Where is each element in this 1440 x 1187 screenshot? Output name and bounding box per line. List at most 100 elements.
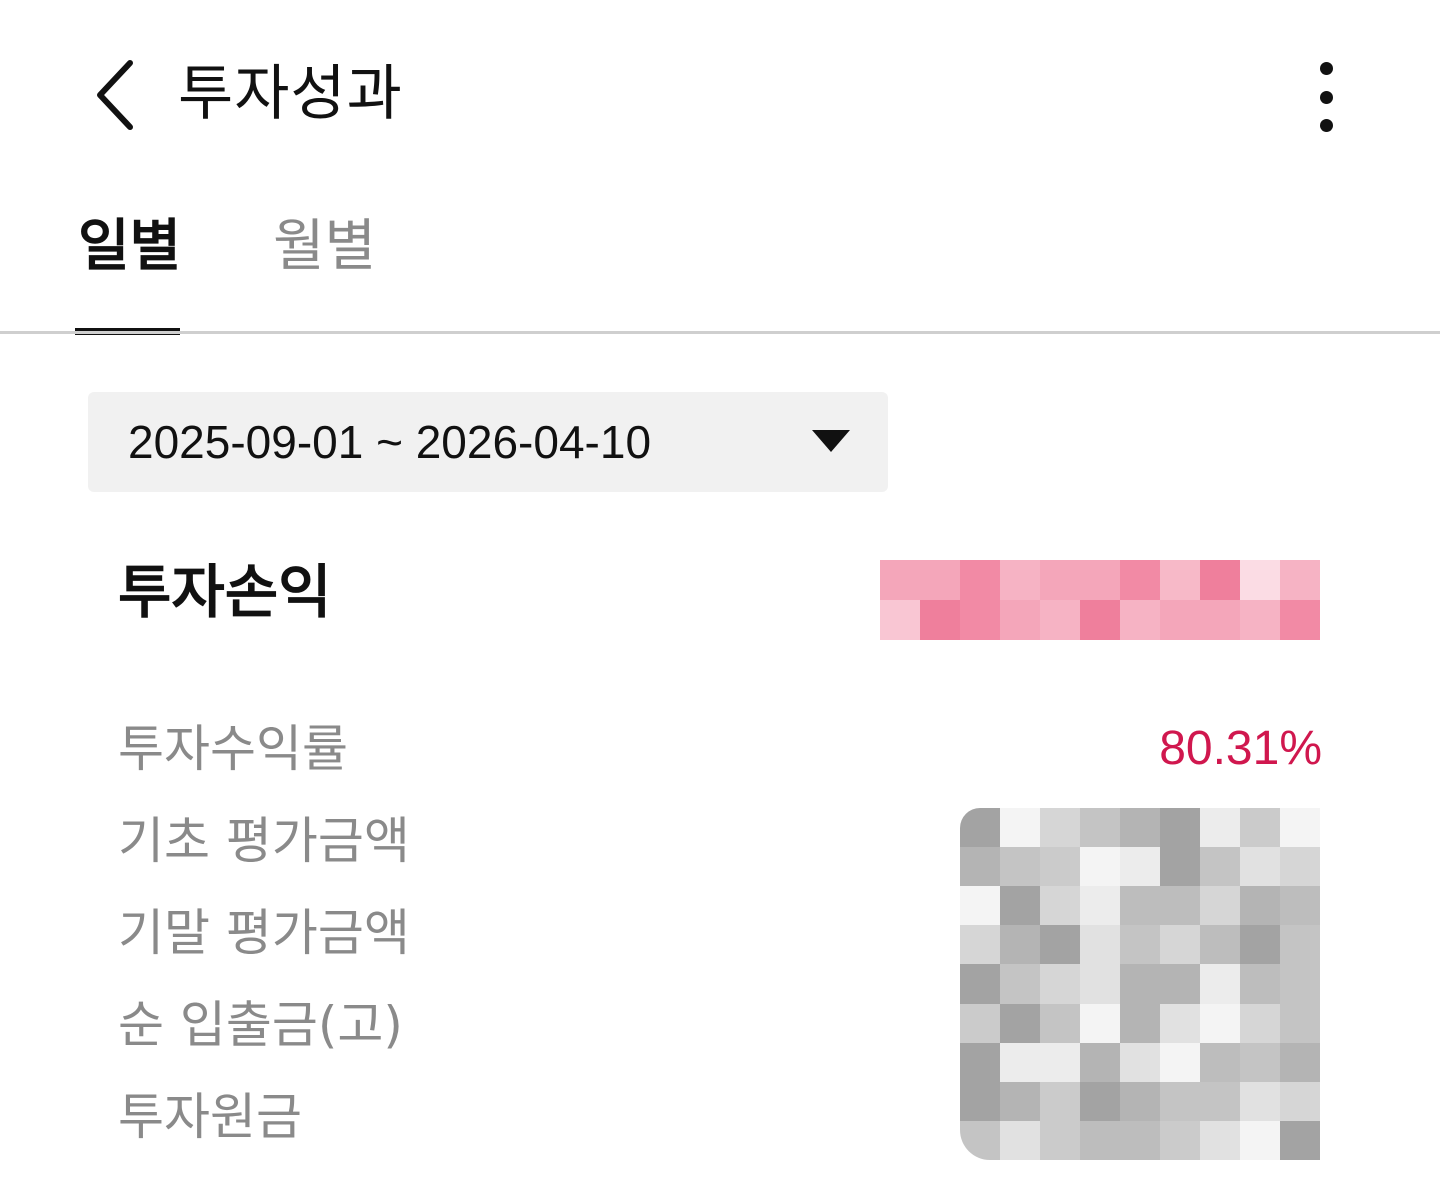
mosaic-cell bbox=[1080, 808, 1120, 848]
mosaic-cell bbox=[960, 1120, 1000, 1160]
mosaic-cell bbox=[1000, 964, 1040, 1004]
mosaic-cell bbox=[1120, 1042, 1160, 1082]
mosaic-cell bbox=[1040, 1120, 1080, 1160]
mosaic-cell bbox=[1120, 808, 1160, 848]
mosaic-cell bbox=[1160, 1081, 1200, 1121]
mosaic-cell bbox=[1280, 886, 1320, 926]
page-title: 투자성과 bbox=[178, 59, 403, 129]
mosaic-cell bbox=[1000, 1003, 1040, 1043]
mosaic-cell bbox=[1000, 1120, 1040, 1160]
more-vertical-icon-dot bbox=[1319, 90, 1333, 104]
mosaic-cell bbox=[1280, 560, 1320, 600]
mosaic-cell bbox=[1040, 600, 1080, 640]
more-vertical-icon bbox=[1319, 62, 1333, 75]
mosaic-cell bbox=[1200, 847, 1240, 887]
mosaic-cell bbox=[1200, 1042, 1240, 1082]
mosaic-cell bbox=[1200, 1081, 1240, 1121]
mosaic-cell bbox=[1240, 560, 1280, 600]
mosaic-cell bbox=[1280, 808, 1320, 848]
mosaic-cell bbox=[960, 600, 1000, 640]
investment-profit-label: 투자손익 bbox=[118, 558, 332, 626]
mosaic-cell bbox=[1240, 847, 1280, 887]
tabs-divider bbox=[0, 331, 1440, 334]
mosaic-cell bbox=[1240, 1081, 1280, 1121]
mosaic-cell bbox=[1240, 600, 1280, 640]
mosaic-cell bbox=[1120, 560, 1160, 600]
mosaic-cell bbox=[1000, 925, 1040, 965]
mosaic-cell bbox=[1080, 560, 1120, 600]
mosaic-cell bbox=[1120, 600, 1160, 640]
ending-valuation-label: 기말 평가금액 bbox=[118, 904, 410, 962]
mosaic-cell bbox=[1040, 925, 1080, 965]
tab-daily[interactable]: 일별 bbox=[78, 212, 181, 282]
mosaic-cell bbox=[1080, 1042, 1120, 1082]
mosaic-cell bbox=[960, 1081, 1000, 1121]
mosaic-cell bbox=[1160, 1003, 1200, 1043]
mosaic-cell bbox=[1000, 886, 1040, 926]
mosaic-cell bbox=[1040, 847, 1080, 887]
mosaic-cell bbox=[1040, 1042, 1080, 1082]
redacted-values bbox=[960, 808, 1320, 1160]
mosaic-cell bbox=[1280, 964, 1320, 1004]
app-header: 투자성과 bbox=[0, 0, 1440, 190]
investment-performance-screen: 투자성과 일별 월별 2025-09-01 ~ 2026-04-10 투자손익 … bbox=[0, 0, 1440, 1187]
mosaic-cell bbox=[1280, 1081, 1320, 1121]
mosaic-cell bbox=[1000, 808, 1040, 848]
mosaic-cell bbox=[1080, 925, 1120, 965]
mosaic-cell bbox=[1160, 964, 1200, 1004]
mosaic-cell bbox=[1240, 925, 1280, 965]
mosaic-cell bbox=[1280, 847, 1320, 887]
mosaic-cell bbox=[1080, 886, 1120, 926]
mosaic-cell bbox=[1040, 1081, 1080, 1121]
caret-down-icon bbox=[812, 430, 850, 452]
more-options-button[interactable] bbox=[1298, 52, 1354, 142]
mosaic-cell bbox=[1280, 1003, 1320, 1043]
date-range-select[interactable]: 2025-09-01 ~ 2026-04-10 bbox=[88, 392, 888, 492]
mosaic-cell bbox=[1240, 808, 1280, 848]
mosaic-cell bbox=[920, 560, 960, 600]
mosaic-cell bbox=[1000, 600, 1040, 640]
mosaic-cell bbox=[1040, 808, 1080, 848]
mosaic-cell bbox=[1000, 560, 1040, 600]
mosaic-cell bbox=[1120, 1081, 1160, 1121]
mosaic-cell bbox=[1080, 964, 1120, 1004]
mosaic-cell bbox=[960, 964, 1000, 1004]
mosaic-cell bbox=[880, 600, 920, 640]
principal-label: 투자원금 bbox=[118, 1088, 302, 1146]
mosaic-cell bbox=[1160, 1042, 1200, 1082]
pixelated-mosaic bbox=[960, 808, 1320, 1160]
mosaic-cell bbox=[1200, 560, 1240, 600]
mosaic-cell bbox=[1240, 964, 1280, 1004]
mosaic-cell bbox=[1000, 1081, 1040, 1121]
mosaic-cell bbox=[1160, 925, 1200, 965]
date-range-value: 2025-09-01 ~ 2026-04-10 bbox=[128, 416, 652, 468]
mosaic-cell bbox=[1200, 886, 1240, 926]
mosaic-cell bbox=[960, 1042, 1000, 1082]
mosaic-cell bbox=[960, 1003, 1000, 1043]
mosaic-cell bbox=[1240, 1003, 1280, 1043]
mosaic-cell bbox=[1120, 925, 1160, 965]
mosaic-cell bbox=[1160, 847, 1200, 887]
mosaic-cell bbox=[960, 808, 1000, 848]
period-tabs: 일별 월별 bbox=[0, 190, 1440, 336]
mosaic-cell bbox=[1080, 1003, 1120, 1043]
mosaic-cell bbox=[960, 847, 1000, 887]
mosaic-cell bbox=[1120, 886, 1160, 926]
mosaic-cell bbox=[1080, 847, 1120, 887]
mosaic-cell bbox=[1120, 1120, 1160, 1160]
pixelated-mosaic bbox=[880, 560, 1320, 640]
back-button[interactable] bbox=[80, 55, 150, 135]
mosaic-cell bbox=[1040, 560, 1080, 600]
mosaic-cell bbox=[1200, 1003, 1240, 1043]
mosaic-cell bbox=[1160, 560, 1200, 600]
mosaic-cell bbox=[1160, 600, 1200, 640]
mosaic-cell bbox=[1040, 1003, 1080, 1043]
mosaic-cell bbox=[1080, 600, 1120, 640]
mosaic-cell bbox=[960, 925, 1000, 965]
mosaic-cell bbox=[1120, 847, 1160, 887]
mosaic-cell bbox=[1280, 600, 1320, 640]
tab-monthly[interactable]: 월별 bbox=[273, 212, 376, 282]
mosaic-cell bbox=[1120, 1003, 1160, 1043]
investment-profit-value-redacted bbox=[880, 560, 1320, 640]
mosaic-cell bbox=[960, 886, 1000, 926]
